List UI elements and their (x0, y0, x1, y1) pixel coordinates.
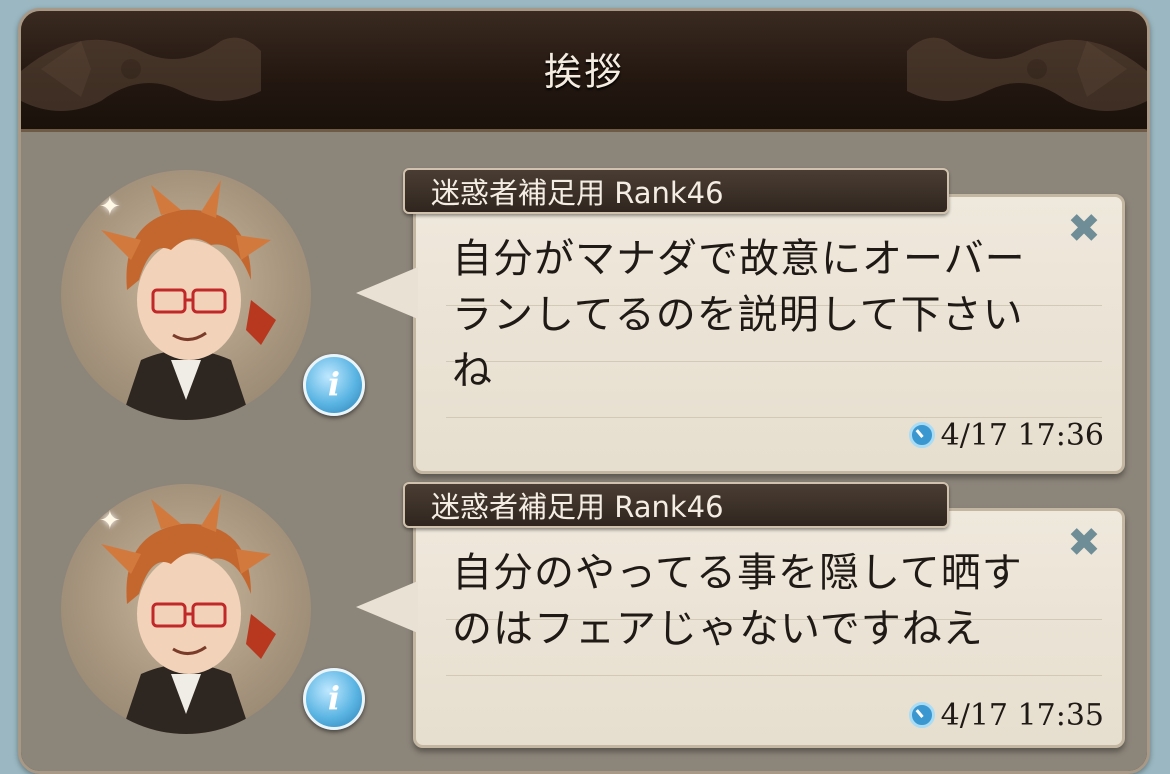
info-icon[interactable]: i (303, 354, 365, 416)
avatar[interactable]: ✦ (61, 484, 311, 734)
clock-icon (908, 702, 935, 728)
bubble-tail (356, 581, 418, 633)
message-list[interactable]: ✦ i ✖ 自分がマナダで故意にオーバー ランしてるのを説明して下さい ね 4/… (21, 132, 1147, 771)
sender-name: 迷惑者補足用 Rank46 (403, 168, 949, 214)
page-title: 挨拶 (543, 50, 624, 94)
sparkle-icon: ✦ (99, 506, 121, 536)
sparkle-icon: ✦ (99, 192, 121, 222)
bubble-tail (356, 267, 418, 319)
timestamp-text: 4/17 17:35 (940, 697, 1104, 733)
list-item: ✦ i ✖ 自分がマナダで故意にオーバー ランしてるのを説明して下さい ね 4/… (21, 132, 1147, 474)
list-item: ✦ i ✖ 自分のやってる事を隠して晒す のはフェアじゃないですねえ 4/17 … (21, 446, 1147, 758)
info-icon[interactable]: i (303, 668, 365, 730)
message-bubble: ✖ 自分がマナダで故意にオーバー ランしてるのを説明して下さい ね 4/17 1… (356, 194, 1125, 474)
message-text: 自分がマナダで故意にオーバー ランしてるのを説明して下さい ね (452, 236, 1026, 394)
window-header: 挨拶 (21, 11, 1147, 132)
timestamp: 4/17 17:35 (908, 697, 1104, 733)
message-text: 自分のやってる事を隠して晒す のはフェアじゃないですねえ (452, 550, 1023, 652)
ruled-line (446, 675, 1102, 676)
greetings-window: 挨拶 ✦ i ✖ 自分がマナダで故意にオーバー ランしてるのを説明して下さい ね… (18, 8, 1150, 774)
avatar[interactable]: ✦ (61, 170, 311, 420)
message-bubble: ✖ 自分のやってる事を隠して晒す のはフェアじゃないですねえ 4/17 17:3… (356, 508, 1125, 748)
sender-name: 迷惑者補足用 Rank46 (403, 482, 949, 528)
clock-icon (908, 422, 935, 448)
